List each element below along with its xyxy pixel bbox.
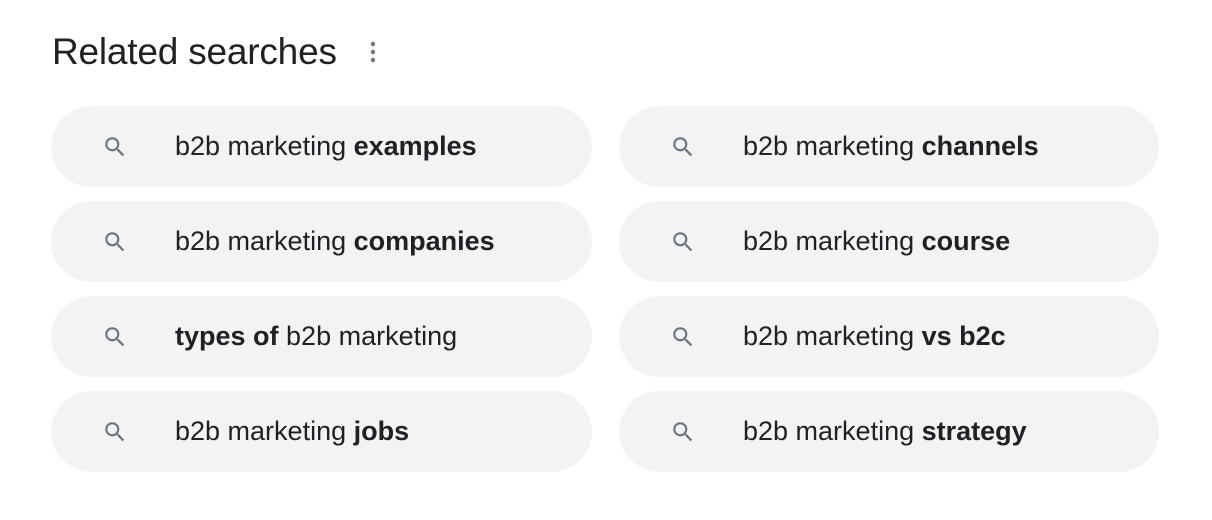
- related-search-chip[interactable]: b2b marketing channels: [619, 106, 1159, 187]
- related-search-label: b2b marketing channels: [743, 131, 1039, 161]
- related-searches-header: Related searches: [52, 28, 383, 76]
- related-search-chip[interactable]: b2b marketing companies: [51, 201, 592, 282]
- more-options-button[interactable]: [363, 34, 383, 70]
- related-search-chip[interactable]: b2b marketing vs b2c: [619, 296, 1159, 377]
- search-icon: [101, 418, 129, 446]
- related-search-label: types of b2b marketing: [175, 321, 458, 351]
- related-search-label: b2b marketing jobs: [175, 416, 410, 446]
- section-title: Related searches: [52, 31, 337, 72]
- search-icon: [101, 133, 129, 161]
- related-search-chip[interactable]: b2b marketing jobs: [51, 391, 592, 472]
- search-icon: [101, 228, 129, 256]
- more-vert-icon: [370, 41, 375, 63]
- search-icon: [669, 228, 697, 256]
- related-search-label: b2b marketing vs b2c: [743, 321, 1006, 351]
- related-search-label: b2b marketing strategy: [743, 416, 1027, 446]
- related-search-label: b2b marketing companies: [175, 226, 495, 256]
- related-search-label: b2b marketing examples: [175, 131, 477, 161]
- related-searches-grid: b2b marketing examples b2b marketing cha…: [51, 106, 1159, 472]
- related-search-chip[interactable]: b2b marketing course: [619, 201, 1159, 282]
- search-icon: [101, 323, 129, 351]
- related-searches-panel: Related searches b2b marketing examples …: [0, 0, 1212, 520]
- search-icon: [669, 133, 697, 161]
- related-search-chip[interactable]: b2b marketing strategy: [619, 391, 1159, 472]
- search-icon: [669, 323, 697, 351]
- related-search-chip[interactable]: b2b marketing examples: [51, 106, 592, 187]
- related-search-label: b2b marketing course: [743, 226, 1011, 256]
- search-icon: [669, 418, 697, 446]
- related-search-chip[interactable]: types of b2b marketing: [51, 296, 592, 377]
